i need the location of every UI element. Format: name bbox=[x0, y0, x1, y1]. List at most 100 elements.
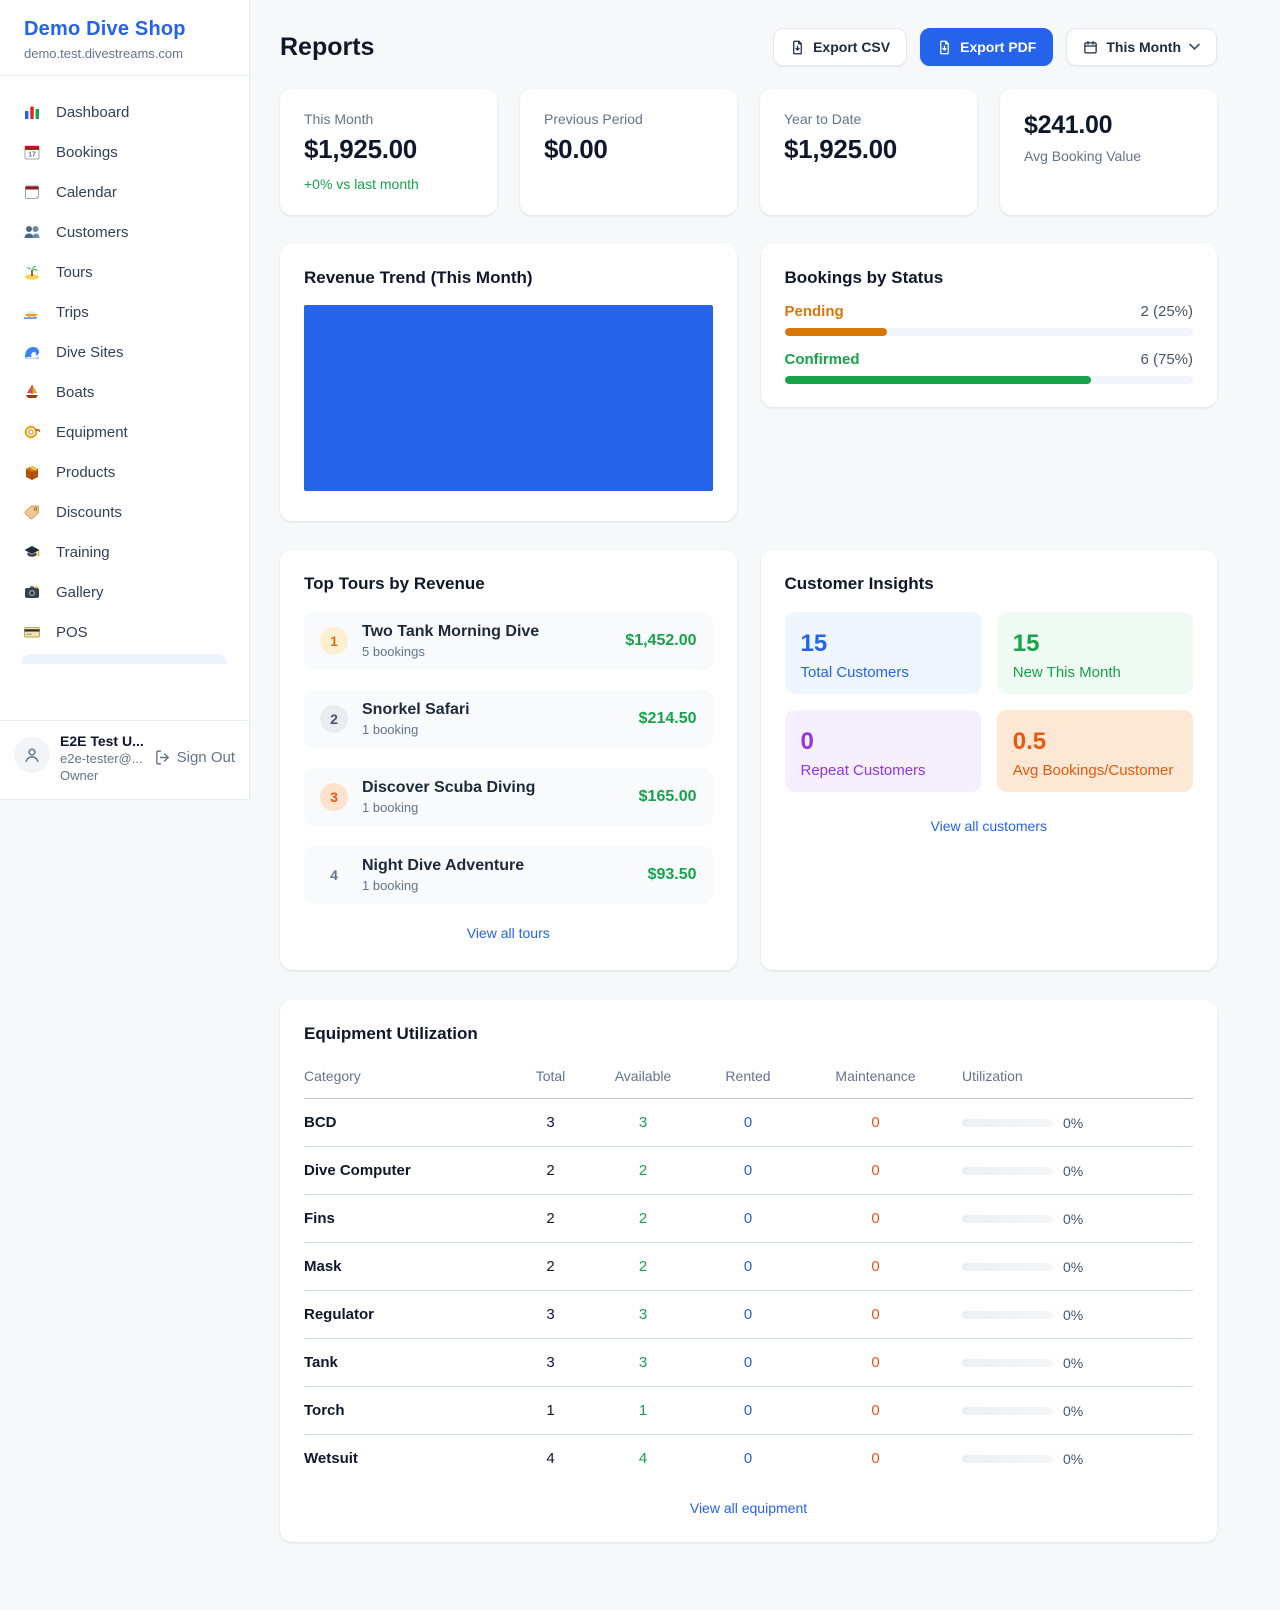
sidebar-item-trips[interactable]: Trips bbox=[10, 292, 239, 332]
sign-out-label: Sign Out bbox=[177, 749, 235, 766]
stat-card-this-month: This Month $1,925.00 +0% vs last month bbox=[280, 89, 497, 215]
column-header-maintenance: Maintenance bbox=[803, 1068, 948, 1084]
brand: Demo Dive Shop demo.test.divestreams.com bbox=[0, 0, 249, 76]
sign-out-icon bbox=[154, 749, 171, 766]
sidebar-item-customers[interactable]: Customers bbox=[10, 212, 239, 252]
equipment-maintenance: 0 bbox=[803, 1354, 948, 1371]
sidebar-item-label: Calendar bbox=[56, 184, 117, 201]
equipment-category: Tank bbox=[304, 1354, 508, 1371]
equipment-rented: 0 bbox=[693, 1162, 803, 1179]
main-content: Reports Export CSV Export PDF This Month… bbox=[250, 0, 1280, 1542]
status-label: Confirmed bbox=[785, 351, 860, 368]
view-all-tours-link[interactable]: View all tours bbox=[304, 925, 713, 941]
tour-list-item: 2 Snorkel Safari 1 booking $214.50 bbox=[304, 690, 713, 748]
sidebar-item-equipment[interactable]: Equipment bbox=[10, 412, 239, 452]
sidebar-item-tours[interactable]: Tours bbox=[10, 252, 239, 292]
chevron-down-icon bbox=[1189, 43, 1200, 51]
period-select-button[interactable]: This Month bbox=[1066, 28, 1217, 66]
utilization-bar-track bbox=[962, 1167, 1053, 1175]
dive-sites-wave-icon bbox=[22, 342, 42, 362]
column-header-total: Total bbox=[508, 1068, 593, 1084]
sidebar-item-pos[interactable]: POS bbox=[10, 612, 239, 652]
equipment-rented: 0 bbox=[693, 1258, 803, 1275]
customer-insights-card: Customer Insights 15 Total Customers 15 … bbox=[761, 550, 1218, 970]
tour-name: Snorkel Safari bbox=[362, 701, 625, 719]
dashboard-icon bbox=[22, 102, 42, 122]
utilization-bar-track bbox=[962, 1359, 1053, 1367]
rank-badge: 2 bbox=[320, 705, 348, 733]
sidebar-item-boats[interactable]: Boats bbox=[10, 372, 239, 412]
tour-bookings: 5 bookings bbox=[362, 644, 611, 659]
sidebar-item-calendar[interactable]: Calendar bbox=[10, 172, 239, 212]
sidebar-item-dashboard[interactable]: Dashboard bbox=[10, 92, 239, 132]
utilization-percent: 0% bbox=[1063, 1355, 1083, 1371]
equipment-total: 2 bbox=[508, 1210, 593, 1227]
revenue-trend-card: Revenue Trend (This Month) bbox=[280, 244, 737, 521]
sidebar-item-gallery[interactable]: Gallery bbox=[10, 572, 239, 612]
training-graduation-cap-icon bbox=[22, 542, 42, 562]
sidebar-item-label: Dashboard bbox=[56, 104, 129, 121]
pos-credit-card-icon bbox=[22, 622, 42, 642]
utilization-bar-track bbox=[962, 1119, 1053, 1127]
revenue-trend-chart bbox=[304, 305, 713, 491]
tour-list: 1 Two Tank Morning Dive 5 bookings $1,45… bbox=[304, 612, 713, 904]
insight-value: 0.5 bbox=[1013, 728, 1177, 756]
stat-value: $1,925.00 bbox=[304, 134, 473, 165]
sidebar-item-discounts[interactable]: Discounts bbox=[10, 492, 239, 532]
sidebar-item-dive-sites[interactable]: Dive Sites bbox=[10, 332, 239, 372]
calendar-icon bbox=[22, 182, 42, 202]
file-download-icon bbox=[790, 40, 805, 55]
customers-icon bbox=[22, 222, 42, 242]
sign-out-button[interactable]: Sign Out bbox=[154, 749, 235, 766]
sidebar-item-label: Boats bbox=[56, 384, 94, 401]
stat-cards-row: This Month $1,925.00 +0% vs last month P… bbox=[280, 89, 1217, 215]
page-title: Reports bbox=[280, 33, 374, 62]
sidebar-nav: Dashboard 17 Bookings Calendar Customers… bbox=[0, 76, 249, 720]
utilization-bar-track bbox=[962, 1407, 1053, 1415]
sidebar-item-bookings[interactable]: 17 Bookings bbox=[10, 132, 239, 172]
equipment-maintenance: 0 bbox=[803, 1210, 948, 1227]
status-bar-fill bbox=[785, 328, 887, 336]
equipment-maintenance: 0 bbox=[803, 1402, 948, 1419]
sidebar-item-training[interactable]: Training bbox=[10, 532, 239, 572]
insight-tile-total-customers: 15 Total Customers bbox=[785, 612, 981, 694]
tour-amount: $165.00 bbox=[639, 788, 697, 806]
user-name: E2E Test U... bbox=[60, 733, 144, 749]
rank-badge: 3 bbox=[320, 783, 348, 811]
table-row: Mask 2 2 0 0 0% bbox=[304, 1243, 1193, 1291]
view-all-customers-link[interactable]: View all customers bbox=[785, 818, 1194, 834]
table-row: Tank 3 3 0 0 0% bbox=[304, 1339, 1193, 1387]
utilization-percent: 0% bbox=[1063, 1259, 1083, 1275]
equipment-available: 4 bbox=[593, 1450, 693, 1467]
insight-tile-repeat-customers: 0 Repeat Customers bbox=[785, 710, 981, 792]
top-tours-title: Top Tours by Revenue bbox=[304, 574, 713, 594]
utilization-percent: 0% bbox=[1063, 1307, 1083, 1323]
tour-bookings: 1 booking bbox=[362, 722, 625, 737]
equipment-maintenance: 0 bbox=[803, 1162, 948, 1179]
table-row: Wetsuit 4 4 0 0 0% bbox=[304, 1435, 1193, 1482]
tour-amount: $1,452.00 bbox=[625, 632, 696, 650]
sidebar-item-products[interactable]: Products bbox=[10, 452, 239, 492]
status-value: 6 (75%) bbox=[1140, 351, 1193, 368]
status-row-confirmed: Confirmed 6 (75%) bbox=[785, 351, 1194, 384]
insight-label: New This Month bbox=[1013, 664, 1177, 681]
export-csv-button[interactable]: Export CSV bbox=[773, 28, 907, 66]
view-all-equipment-link[interactable]: View all equipment bbox=[304, 1500, 1193, 1516]
top-tours-card: Top Tours by Revenue 1 Two Tank Morning … bbox=[280, 550, 737, 970]
export-pdf-button[interactable]: Export PDF bbox=[920, 28, 1053, 66]
person-icon bbox=[22, 745, 42, 765]
stat-value: $241.00 bbox=[1024, 111, 1193, 140]
table-row: Fins 2 2 0 0 0% bbox=[304, 1195, 1193, 1243]
equipment-table: Category Total Available Rented Maintena… bbox=[304, 1060, 1193, 1482]
rank-badge: 1 bbox=[320, 627, 348, 655]
equipment-maintenance: 0 bbox=[803, 1258, 948, 1275]
equipment-category: Regulator bbox=[304, 1306, 508, 1323]
sidebar-item-reports-active-partial[interactable] bbox=[22, 654, 227, 664]
user-info: E2E Test U... e2e-tester@... Owner bbox=[60, 733, 144, 783]
equipment-total: 1 bbox=[508, 1402, 593, 1419]
insight-label: Avg Bookings/Customer bbox=[1013, 762, 1177, 779]
stat-label: Avg Booking Value bbox=[1024, 148, 1193, 164]
insight-label: Repeat Customers bbox=[801, 762, 965, 779]
equipment-total: 3 bbox=[508, 1306, 593, 1323]
tour-bookings: 1 booking bbox=[362, 800, 625, 815]
